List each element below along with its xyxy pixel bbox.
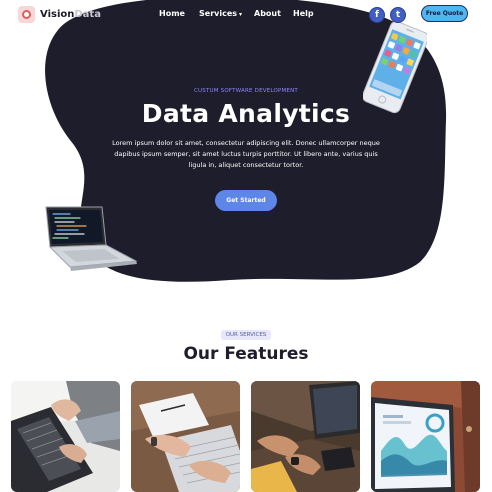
laptop-typing-photo xyxy=(11,381,120,492)
desk-smartwatch-photo xyxy=(251,381,360,492)
nav-item-help[interactable]: Help xyxy=(293,9,314,18)
features-title: Our Features xyxy=(183,344,309,364)
notebook-keyboard-photo xyxy=(131,381,240,492)
free-quote-button[interactable]: Free Quote xyxy=(421,5,468,22)
chevron-down-icon: ▾ xyxy=(239,11,243,18)
laptop-image xyxy=(45,206,138,271)
feature-card-laptop-typing[interactable] xyxy=(11,381,120,492)
nav-item-home[interactable]: Home xyxy=(159,9,185,18)
nav-item-about[interactable]: About xyxy=(254,9,281,18)
our-services-badge: OUR SERVICES xyxy=(221,330,271,340)
twitter-icon[interactable]: t xyxy=(390,7,406,23)
brand-name: VisionData xyxy=(40,9,101,20)
get-started-button[interactable]: Get Started xyxy=(215,190,277,211)
nav-item-services[interactable]: Services ▾ xyxy=(199,9,242,18)
feature-card-desk-smartwatch[interactable] xyxy=(251,381,360,492)
smartphone-image xyxy=(363,21,427,114)
feature-card-notebook-keyboard[interactable] xyxy=(131,381,240,492)
nav-item-services-label: Services xyxy=(199,9,238,18)
logo[interactable]: VisionData xyxy=(18,6,101,23)
logo-icon xyxy=(18,6,35,23)
facebook-icon[interactable]: f xyxy=(369,7,385,23)
hero-description: Lorem ipsum dolor sit amet, consectetur … xyxy=(112,139,380,169)
top-navigation: VisionData Home Services ▾ About Help f t… xyxy=(0,0,492,30)
feature-card-analytics-screen[interactable] xyxy=(371,381,480,492)
analytics-screen-photo xyxy=(371,381,480,492)
